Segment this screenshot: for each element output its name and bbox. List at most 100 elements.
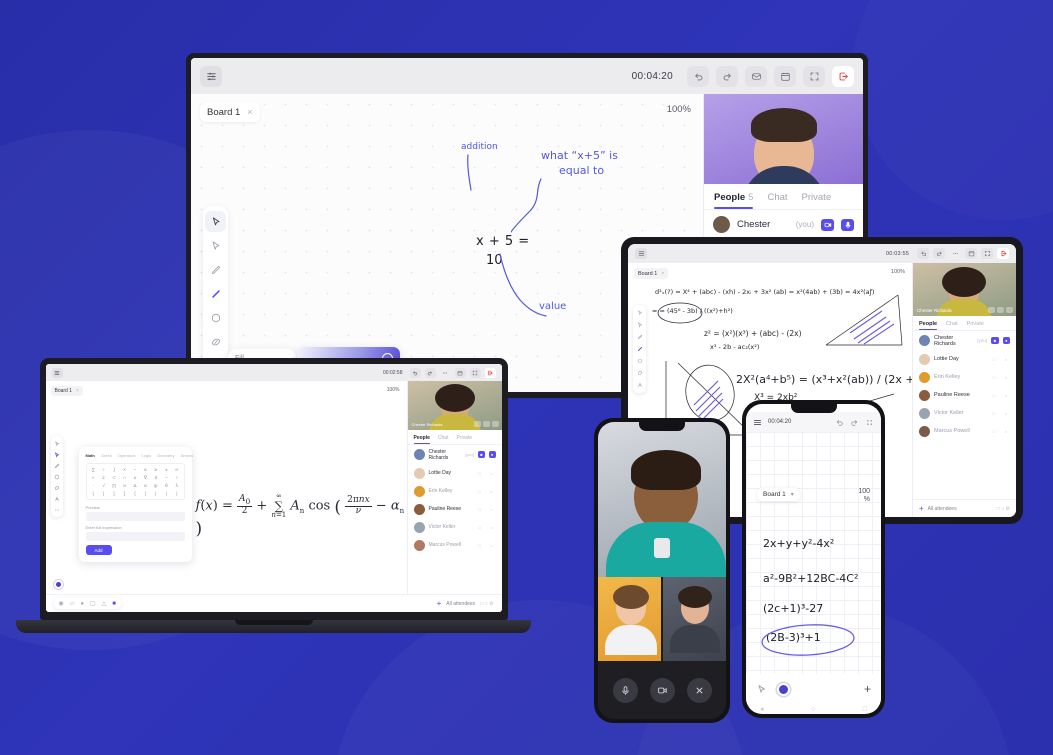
video-icon[interactable]: ■: [991, 337, 999, 344]
color-dot[interactable]: [777, 682, 790, 696]
symbol-cell[interactable]: −: [162, 474, 171, 481]
chat-icon[interactable]: ■: [112, 601, 116, 607]
video-icon[interactable]: □: [990, 410, 998, 417]
symbol-cell[interactable]: ∂: [151, 474, 160, 481]
hamburger-icon[interactable]: [753, 418, 762, 427]
symbol-cell[interactable]: −: [130, 466, 139, 473]
self-video-controls[interactable]: [473, 421, 499, 427]
mic-icon[interactable]: ○: [488, 470, 496, 477]
symbol-cell[interactable]: ÷: [172, 474, 181, 481]
undo-icon[interactable]: [687, 65, 709, 87]
symbol-cell[interactable]: θ: [162, 482, 171, 489]
symbol-cell[interactable]: Δ: [130, 482, 139, 489]
mic-icon[interactable]: ●: [80, 601, 84, 607]
mic-icon[interactable]: ●: [1002, 337, 1010, 344]
participant-row[interactable]: Pauline Reese □ ○: [913, 386, 1016, 404]
symbol-cell[interactable]: ∏: [109, 482, 118, 489]
video-icon[interactable]: ■: [478, 451, 485, 458]
calendar-icon[interactable]: [774, 65, 796, 87]
tab-people[interactable]: People: [413, 435, 431, 444]
undo-icon[interactable]: [409, 367, 421, 378]
eq-tab[interactable]: Greek: [101, 453, 112, 458]
tab-private[interactable]: Private: [967, 321, 984, 330]
expand-icon[interactable]: [997, 307, 1004, 313]
board-selector[interactable]: Board 1 ▾: [757, 488, 800, 501]
video-icon[interactable]: □: [476, 524, 484, 531]
eraser-tool[interactable]: [635, 368, 645, 378]
expression-input[interactable]: [85, 532, 185, 541]
participant-row[interactable]: Erin Kelley □ ○: [913, 368, 1016, 386]
recents-icon[interactable]: □: [863, 706, 867, 713]
select-tool[interactable]: [52, 439, 61, 448]
mic-icon[interactable]: ○: [1002, 356, 1010, 363]
symbol-cell[interactable]: α: [141, 482, 150, 489]
self-video-controls[interactable]: [988, 307, 1013, 313]
circle-tool[interactable]: [52, 472, 61, 481]
tab-private[interactable]: Private: [802, 192, 832, 209]
mic-icon[interactable]: ○: [1002, 428, 1010, 435]
self-video[interactable]: Chester Richards: [407, 381, 502, 430]
tab-private[interactable]: Private: [456, 435, 472, 444]
tab-chat[interactable]: Chat: [438, 435, 449, 444]
symbol-cell[interactable]: ±: [162, 466, 171, 473]
tab-people[interactable]: People: [919, 321, 938, 330]
select-tool[interactable]: [635, 308, 645, 318]
symbol-cell[interactable]: √: [99, 482, 108, 489]
mic-icon[interactable]: ●: [488, 451, 496, 458]
add-button[interactable]: +: [864, 682, 871, 696]
layout-icon[interactable]: [473, 421, 481, 427]
board-tab[interactable]: Board 1 ×: [634, 268, 669, 279]
add-button[interactable]: Add: [85, 545, 112, 555]
participant-row[interactable]: Erin Kelley □ ○: [408, 482, 502, 500]
fullscreen-icon[interactable]: [803, 65, 825, 87]
expand-icon[interactable]: [482, 421, 490, 427]
mic-icon[interactable]: ○: [488, 506, 496, 513]
eq-tab[interactable]: Geometry: [157, 453, 175, 458]
video-icon[interactable]: [821, 218, 834, 231]
symbol-grid[interactable]: ∑ ÷ ∫ × − ≤ ≥ ± ∞ ≈ ≠ ⊂ ∩ ∪ ∇ ∂ − ÷ · √ ∏ ∞ Δα ψ θ λ()[]{} | ⟨ ⟩: [85, 463, 185, 500]
screen-share-icon[interactable]: ▢: [90, 600, 96, 607]
grid-icon[interactable]: ◉: [59, 600, 64, 607]
attendee-controls[interactable]: □ ○ ⚙: [480, 601, 493, 607]
layout-icon[interactable]: [988, 307, 995, 313]
mic-icon[interactable]: ○: [1002, 374, 1010, 381]
symbol-cell[interactable]: ∪: [130, 474, 139, 481]
tab-chat[interactable]: Chat: [946, 321, 958, 330]
self-video[interactable]: Chester Richards: [913, 263, 1016, 316]
circle-tool[interactable]: [635, 356, 645, 366]
symbol-cell[interactable]: ×: [120, 466, 129, 473]
circle-tool[interactable]: [205, 307, 226, 328]
video-icon[interactable]: □: [476, 542, 484, 549]
participant-row[interactable]: Chester Richards (you) ■ ●: [913, 331, 1016, 350]
tab-people[interactable]: People 5: [714, 192, 754, 209]
mic-icon[interactable]: ○: [1002, 410, 1010, 417]
mic-icon[interactable]: ○: [488, 488, 496, 495]
participant-row[interactable]: Victor Keller □ ○: [913, 404, 1016, 422]
mic-icon[interactable]: ○: [488, 524, 496, 531]
undo-icon[interactable]: [917, 248, 929, 259]
fullscreen-icon[interactable]: [469, 367, 481, 378]
symbol-cell[interactable]: ∩: [120, 474, 129, 481]
redo-icon[interactable]: [424, 367, 436, 378]
close-icon[interactable]: ×: [76, 388, 79, 394]
sliders-icon[interactable]: [635, 248, 647, 259]
participant-row[interactable]: Lottie Day □ ○: [408, 464, 502, 482]
close-icon[interactable]: ×: [247, 107, 252, 117]
equation-editor-panel[interactable]: Math Greek Operators Logic Geometry Arro…: [78, 447, 193, 562]
more-tool[interactable]: [52, 505, 61, 514]
add-attendee-button[interactable]: +: [437, 599, 442, 608]
participant-row[interactable]: Pauline Reese □ ○: [408, 500, 502, 518]
eraser-tool[interactable]: [205, 331, 226, 352]
pencil-tool[interactable]: [635, 332, 645, 342]
board-tab[interactable]: Board 1 ×: [200, 102, 260, 122]
participant-thumbnail[interactable]: [598, 577, 661, 661]
back-icon[interactable]: ◂: [760, 705, 764, 713]
text-tool[interactable]: [635, 380, 645, 390]
symbol-cell[interactable]: ∑: [89, 466, 98, 473]
pen-tool[interactable]: [205, 283, 226, 304]
video-icon[interactable]: □: [476, 488, 484, 495]
participant-row[interactable]: Victor Keller □ ○: [408, 518, 502, 536]
exit-icon[interactable]: [997, 248, 1009, 259]
cursor-icon[interactable]: [756, 684, 767, 695]
redo-icon[interactable]: [933, 248, 945, 259]
